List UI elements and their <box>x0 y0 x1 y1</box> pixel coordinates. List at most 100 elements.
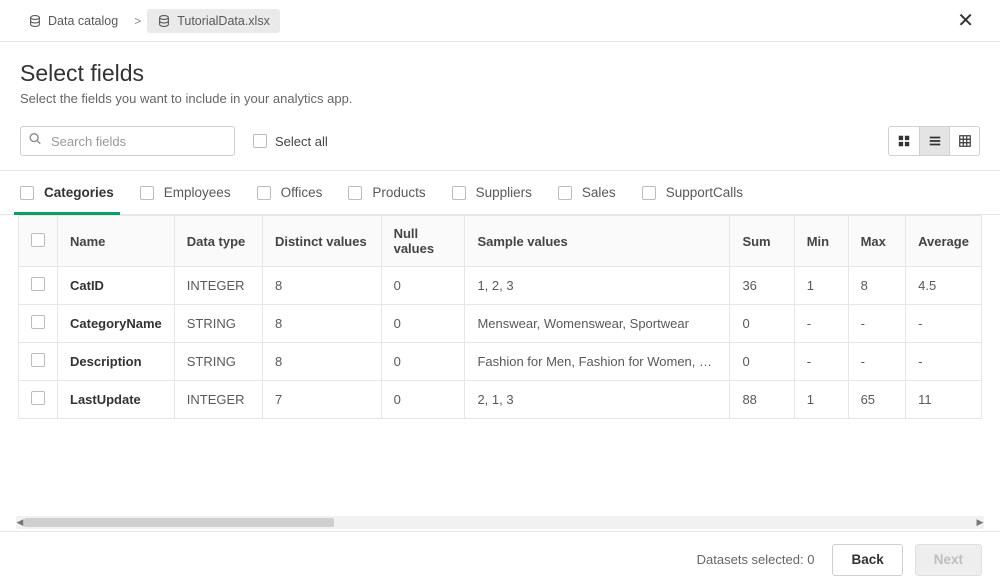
table-wrap: Name Data type Distinct values Null valu… <box>0 215 1000 419</box>
breadcrumb-separator: > <box>134 14 141 28</box>
col-sum[interactable]: Sum <box>730 216 794 267</box>
tab-checkbox[interactable] <box>348 186 362 200</box>
fields-table: Name Data type Distinct values Null valu… <box>18 215 982 419</box>
tab-checkbox[interactable] <box>140 186 154 200</box>
tab-checkbox[interactable] <box>452 186 466 200</box>
col-data-type[interactable]: Data type <box>174 216 262 267</box>
cell-sum: 0 <box>730 305 794 343</box>
cell-data-type: INTEGER <box>174 267 262 305</box>
col-avg[interactable]: Average <box>906 216 982 267</box>
col-null[interactable]: Null values <box>381 216 465 267</box>
back-button[interactable]: Back <box>832 544 902 576</box>
col-checkbox[interactable] <box>19 216 58 267</box>
tab-label: SupportCalls <box>666 185 743 200</box>
cell-null: 0 <box>381 343 465 381</box>
cell-avg: - <box>906 305 982 343</box>
table-row[interactable]: CategoryNameSTRING80Menswear, Womenswear… <box>19 305 982 343</box>
view-table-button[interactable] <box>949 127 979 155</box>
cell-name: Description <box>58 343 175 381</box>
row-checkbox[interactable] <box>19 267 58 305</box>
search-input[interactable] <box>20 126 235 156</box>
tab-sales[interactable]: Sales <box>558 171 616 214</box>
cell-max: 65 <box>848 381 906 419</box>
row-checkbox[interactable] <box>19 343 58 381</box>
cell-max: 8 <box>848 267 906 305</box>
page-subtitle: Select the fields you want to include in… <box>20 91 980 106</box>
search-icon <box>28 132 42 151</box>
catalog-icon <box>28 14 42 28</box>
tab-checkbox[interactable] <box>20 186 34 200</box>
cell-sum: 36 <box>730 267 794 305</box>
cell-data-type: STRING <box>174 305 262 343</box>
footer: Datasets selected: 0 Back Next <box>0 531 1000 587</box>
cell-null: 0 <box>381 381 465 419</box>
breadcrumb-root-label: Data catalog <box>48 14 118 28</box>
cell-null: 0 <box>381 267 465 305</box>
tab-offices[interactable]: Offices <box>257 171 323 214</box>
table-row[interactable]: DescriptionSTRING80Fashion for Men, Fash… <box>19 343 982 381</box>
table-header-row: Name Data type Distinct values Null valu… <box>19 216 982 267</box>
cell-distinct: 8 <box>262 343 381 381</box>
cell-data-type: INTEGER <box>174 381 262 419</box>
breadcrumb-root[interactable]: Data catalog <box>18 9 128 33</box>
cell-name: LastUpdate <box>58 381 175 419</box>
cell-name: CategoryName <box>58 305 175 343</box>
page-header: Select fields Select the fields you want… <box>0 42 1000 112</box>
view-grid-button[interactable] <box>889 127 919 155</box>
scroll-right-icon[interactable]: ▶ <box>974 516 986 529</box>
cell-distinct: 7 <box>262 381 381 419</box>
cell-sample: Fashion for Men, Fashion for Women, Spor… <box>465 343 730 381</box>
cell-null: 0 <box>381 305 465 343</box>
scrollbar-thumb[interactable] <box>24 518 334 527</box>
cell-max: - <box>848 343 906 381</box>
page-title: Select fields <box>20 60 980 87</box>
controls-row: Select all <box>0 112 1000 171</box>
tab-checkbox[interactable] <box>558 186 572 200</box>
tab-suppliers[interactable]: Suppliers <box>452 171 532 214</box>
cell-avg: 4.5 <box>906 267 982 305</box>
select-all[interactable]: Select all <box>253 134 328 149</box>
col-sample[interactable]: Sample values <box>465 216 730 267</box>
cell-sample: 1, 2, 3 <box>465 267 730 305</box>
col-distinct[interactable]: Distinct values <box>262 216 381 267</box>
tab-checkbox[interactable] <box>257 186 271 200</box>
tabs-row: Categories Employees Offices Products Su… <box>0 171 1000 215</box>
next-button[interactable]: Next <box>915 544 982 576</box>
cell-min: - <box>794 305 848 343</box>
search-wrap <box>20 126 235 156</box>
tab-label: Categories <box>44 185 114 200</box>
cell-avg: 11 <box>906 381 982 419</box>
breadcrumb-file-label: TutorialData.xlsx <box>177 14 270 28</box>
close-icon[interactable]: ✕ <box>949 4 982 37</box>
cell-name: CatID <box>58 267 175 305</box>
horizontal-scrollbar[interactable]: ◀ ▶ <box>16 516 984 529</box>
cell-avg: - <box>906 343 982 381</box>
cell-distinct: 8 <box>262 305 381 343</box>
tab-products[interactable]: Products <box>348 171 425 214</box>
datasets-selected: Datasets selected: 0 <box>697 552 815 567</box>
database-icon <box>157 14 171 28</box>
breadcrumb: Data catalog > TutorialData.xlsx ✕ <box>0 0 1000 42</box>
tab-supportcalls[interactable]: SupportCalls <box>642 171 743 214</box>
table-row[interactable]: CatIDINTEGER801, 2, 336184.5 <box>19 267 982 305</box>
row-checkbox[interactable] <box>19 305 58 343</box>
tab-label: Employees <box>164 185 231 200</box>
col-name[interactable]: Name <box>58 216 175 267</box>
tab-label: Suppliers <box>476 185 532 200</box>
cell-data-type: STRING <box>174 343 262 381</box>
cell-sample: Menswear, Womenswear, Sportwear <box>465 305 730 343</box>
row-checkbox[interactable] <box>19 381 58 419</box>
cell-min: 1 <box>794 381 848 419</box>
view-list-button[interactable] <box>919 127 949 155</box>
tab-categories[interactable]: Categories <box>20 171 114 214</box>
col-max[interactable]: Max <box>848 216 906 267</box>
col-min[interactable]: Min <box>794 216 848 267</box>
tab-checkbox[interactable] <box>642 186 656 200</box>
select-all-checkbox[interactable] <box>253 134 267 148</box>
table-row[interactable]: LastUpdateINTEGER702, 1, 38816511 <box>19 381 982 419</box>
cell-min: 1 <box>794 267 848 305</box>
tab-label: Sales <box>582 185 616 200</box>
breadcrumb-file[interactable]: TutorialData.xlsx <box>147 9 280 33</box>
cell-max: - <box>848 305 906 343</box>
tab-employees[interactable]: Employees <box>140 171 231 214</box>
